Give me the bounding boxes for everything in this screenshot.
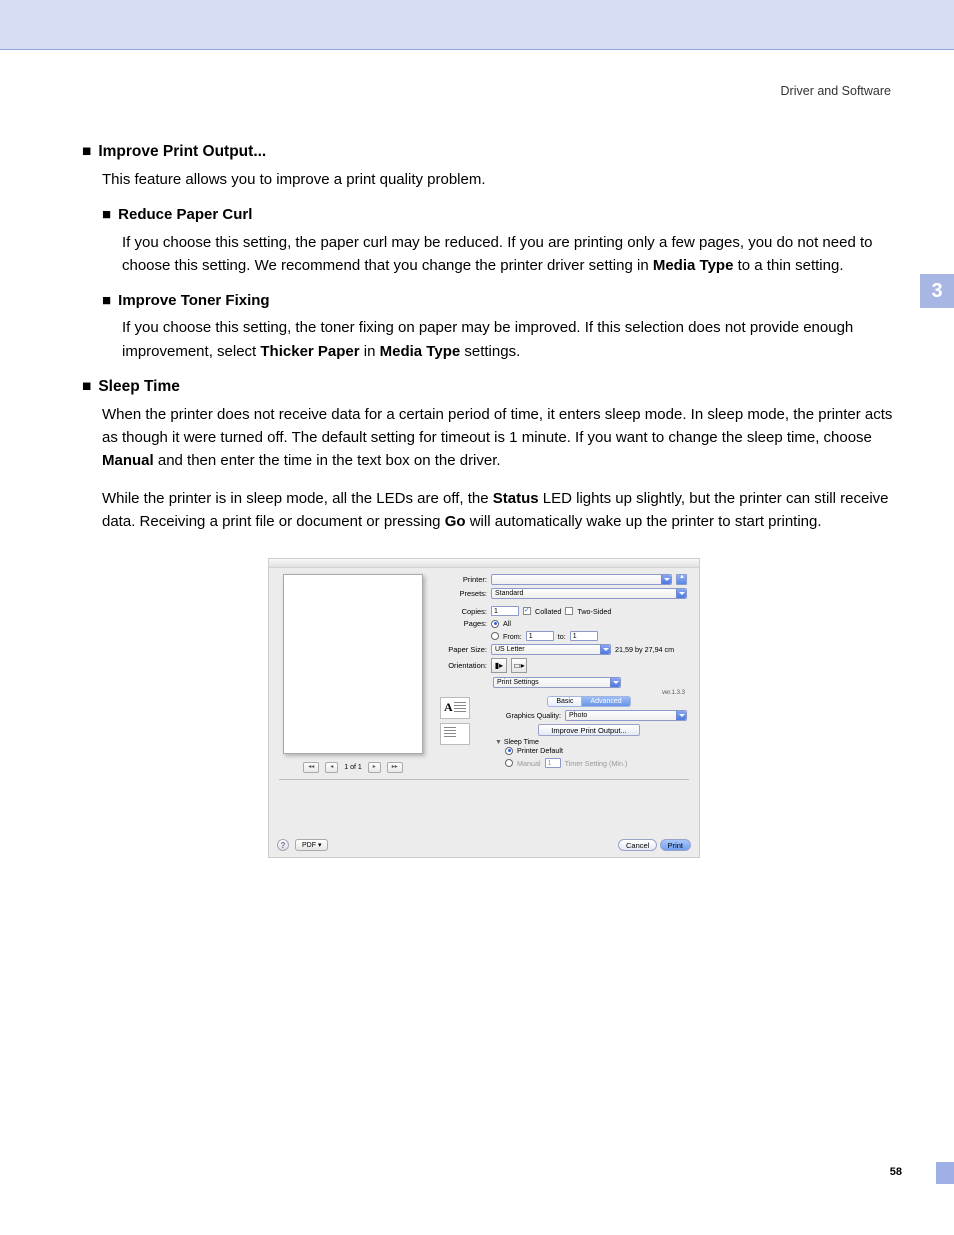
help-button[interactable]: ? — [277, 839, 289, 851]
presets-select[interactable]: Standard — [491, 588, 687, 599]
paper-size-select[interactable]: US Letter — [491, 644, 611, 655]
pages-label: Pages: — [439, 619, 487, 628]
preview-page-indicator: 1 of 1 — [344, 764, 362, 771]
manual-label: Manual — [517, 759, 541, 768]
presets-label: Presets: — [439, 589, 487, 598]
paper-size-label: Paper Size: — [439, 645, 487, 654]
pages-to-input[interactable]: 1 — [570, 631, 598, 641]
two-sided-checkbox[interactable] — [565, 607, 573, 615]
body-reduce-curl: If you choose this setting, the paper cu… — [122, 231, 902, 278]
body-improve-toner: If you choose this setting, the toner fi… — [122, 316, 902, 363]
heading-reduce-curl: ■ Reduce Paper Curl — [102, 203, 902, 226]
chapter-tab: 3 — [920, 274, 954, 308]
print-preview — [283, 574, 423, 754]
sleep-time-group-label: Sleep Time — [504, 739, 539, 746]
quality-thumb-graphic — [440, 723, 470, 745]
pages-from-radio[interactable] — [491, 632, 499, 640]
printer-default-radio[interactable] — [505, 747, 513, 755]
page-number: 58 — [890, 1166, 902, 1178]
dialog-titlebar[interactable] — [269, 559, 699, 568]
two-sided-label: Two-Sided — [577, 607, 611, 616]
print-button[interactable]: Print — [660, 839, 691, 851]
pdf-menu-button[interactable]: PDF ▾ — [295, 839, 328, 851]
content: ■ Improve Print Output... This feature a… — [82, 140, 902, 547]
print-dialog: ◂◂ ◂ 1 of 1 ▸ ▸▸ Printer: Presets: Stand… — [268, 558, 700, 858]
manual-radio[interactable] — [505, 759, 513, 767]
cancel-button[interactable]: Cancel — [618, 839, 657, 851]
tab-basic[interactable]: Basic — [547, 696, 582, 707]
manual-timer-input[interactable]: 1 — [545, 758, 561, 768]
to-label: to: — [558, 632, 566, 641]
orientation-label: Orientation: — [439, 661, 487, 670]
printer-default-label: Printer Default — [517, 746, 563, 755]
printer-select[interactable] — [491, 574, 672, 585]
paper-dimensions: 21,59 by 27,94 cm — [615, 645, 674, 654]
heading-sleep-time: ■ Sleep Time — [82, 375, 902, 399]
timer-setting-label: Timer Setting (Min.) — [565, 759, 628, 768]
orientation-portrait-button[interactable]: ▮▸ — [491, 658, 507, 673]
nav-next-button[interactable]: ▸ — [368, 762, 381, 773]
collated-checkbox[interactable] — [523, 607, 531, 615]
nav-last-button[interactable]: ▸▸ — [387, 762, 403, 773]
quality-thumb-text — [440, 697, 470, 719]
graphics-quality-select[interactable]: Photo — [565, 710, 687, 721]
page-accent — [936, 1162, 954, 1184]
top-bar — [0, 0, 954, 50]
page-header-section: Driver and Software — [781, 84, 891, 98]
orientation-landscape-button[interactable]: ▭▸ — [511, 658, 527, 673]
pages-all-label: All — [503, 619, 511, 628]
pages-all-radio[interactable] — [491, 620, 499, 628]
nav-prev-button[interactable]: ◂ — [325, 762, 338, 773]
graphics-quality-label: Graphics Quality: — [491, 711, 561, 720]
improve-print-output-button[interactable]: Improve Print Output... — [538, 724, 639, 736]
copies-label: Copies: — [439, 607, 487, 616]
collated-label: Collated — [535, 607, 561, 616]
copies-input[interactable]: 1 — [491, 606, 519, 616]
nav-first-button[interactable]: ◂◂ — [303, 762, 319, 773]
printer-info-button[interactable] — [676, 574, 687, 585]
heading-improve-toner: ■ Improve Toner Fixing — [102, 289, 902, 312]
heading-improve-output: ■ Improve Print Output... — [82, 140, 902, 164]
tab-advanced[interactable]: Advanced — [582, 696, 630, 707]
body-sleep-time-1: When the printer does not receive data f… — [102, 403, 902, 473]
pages-from-input[interactable]: 1 — [526, 631, 554, 641]
body-improve-output: This feature allows you to improve a pri… — [102, 168, 902, 191]
printer-label: Printer: — [439, 575, 487, 584]
settings-section-select[interactable]: Print Settings — [493, 677, 621, 688]
body-sleep-time-2: While the printer is in sleep mode, all … — [102, 487, 902, 534]
from-label: From: — [503, 632, 522, 641]
